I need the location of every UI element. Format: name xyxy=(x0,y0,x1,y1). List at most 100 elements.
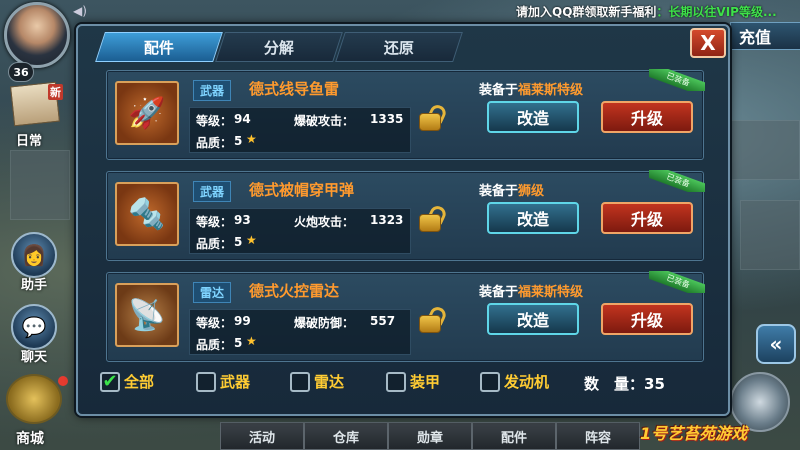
checkbox-icon[interactable] xyxy=(290,371,310,392)
assistant-label: 助手 xyxy=(20,278,47,293)
checkbox-icon[interactable] xyxy=(386,371,406,392)
item-type-badge: 武器 xyxy=(193,181,232,202)
upgrade-button[interactable]: 升级 xyxy=(601,202,693,234)
equipped-ribbon-label: 已装备 xyxy=(649,271,705,293)
background-building xyxy=(10,150,70,220)
chat-bubble-icon: 💬 xyxy=(11,304,57,350)
level-label: 等级： xyxy=(196,215,233,229)
close-button[interactable]: X xyxy=(690,28,726,58)
announcement-marquee: 请加入QQ群领取新手福利：长期以往VIP等级... xyxy=(516,3,777,20)
checkbox-icon[interactable] xyxy=(196,371,216,392)
item-card: 📡 雷达 德式火控雷达 等级： 99 爆破防御： 557 品质： 5 ★ 装备于… xyxy=(106,271,705,362)
filter-radar[interactable]: 雷达 xyxy=(290,371,344,392)
equipped-ribbon-label: 已装备 xyxy=(649,69,705,91)
shop-label[interactable]: 商城 xyxy=(16,428,44,448)
item-stats: 等级： 93 火炮攻击： 1323 品质： 5 ★ xyxy=(189,208,411,254)
background-building xyxy=(740,200,800,270)
item-type-badge: 雷达 xyxy=(193,282,232,303)
stat-label: 爆破防御： xyxy=(294,316,355,330)
equipped-on: 装备于福莱斯特级 xyxy=(479,281,583,300)
equipped-ribbon: 已装备 xyxy=(649,170,705,192)
filter-armor-label: 装甲 xyxy=(410,373,441,391)
equipped-prefix: 装备于 xyxy=(479,83,519,98)
count-value: 35 xyxy=(644,375,665,393)
player-level-badge: 36 xyxy=(8,62,34,82)
quality-label: 品质： xyxy=(196,237,233,251)
item-count: 数 量：35 xyxy=(584,373,665,394)
equipped-on: 装备于狮级 xyxy=(479,180,544,199)
new-badge: 新 xyxy=(48,84,63,100)
equipped-ribbon: 已装备 xyxy=(649,271,705,293)
filter-engine-label: 发动机 xyxy=(504,373,550,391)
assistant-button[interactable]: 👩 助手 xyxy=(4,232,64,293)
player-avatar[interactable] xyxy=(4,2,70,68)
equipped-ribbon-label: 已装备 xyxy=(649,170,705,192)
upgrade-button[interactable]: 升级 xyxy=(601,101,693,133)
equipped-prefix: 装备于 xyxy=(479,285,519,300)
radar-icon[interactable]: 📡 xyxy=(115,283,179,347)
unlocked-lock-icon[interactable] xyxy=(419,101,449,131)
tab-decompose[interactable]: 分解 xyxy=(215,32,343,62)
filter-armor[interactable]: 装甲 xyxy=(386,371,440,392)
equipped-ship: 狮级 xyxy=(518,184,545,199)
item-card: 🚀 武器 德式线导鱼雷 等级： 94 爆破攻击： 1335 品质： 5 ★ 装备… xyxy=(106,69,705,160)
nav-activity[interactable]: 活动 xyxy=(220,422,304,450)
quality-label: 品质： xyxy=(196,338,233,352)
stat-label: 火炮攻击： xyxy=(294,215,355,229)
equipped-on: 装备于福莱斯特级 xyxy=(479,79,583,98)
quality-value: 5 xyxy=(234,235,243,249)
tab-restore[interactable]: 还原 xyxy=(335,32,463,62)
filter-all-label: 全部 xyxy=(124,373,155,391)
equipped-ship: 福莱斯特级 xyxy=(518,83,584,98)
nav-warehouse[interactable]: 仓库 xyxy=(304,422,388,450)
tab-parts[interactable]: 配件 xyxy=(95,32,223,62)
level-label: 等级： xyxy=(196,114,233,128)
modify-button[interactable]: 改造 xyxy=(487,303,579,335)
dialog-tabs: 配件 分解 还原 xyxy=(95,32,463,62)
assistant-avatar-icon: 👩 xyxy=(11,232,57,278)
equipped-ribbon: 已装备 xyxy=(649,69,705,91)
daily-label[interactable]: 日常 xyxy=(16,130,42,149)
item-name: 德式火控雷达 xyxy=(249,282,340,300)
nav-lineup[interactable]: 阵容 xyxy=(556,422,640,450)
item-name: 德式被帽穿甲弹 xyxy=(249,181,355,199)
nav-parts[interactable]: 配件 xyxy=(472,422,556,450)
stat-label: 爆破攻击： xyxy=(294,114,355,128)
level-value: 94 xyxy=(234,112,251,126)
filter-engine[interactable]: 发动机 xyxy=(480,371,549,392)
watermark: 1号艺苔苑游戏 xyxy=(640,424,748,443)
modify-button[interactable]: 改造 xyxy=(487,101,579,133)
item-name: 德式线导鱼雷 xyxy=(249,80,340,98)
upgrade-button[interactable]: 升级 xyxy=(601,303,693,335)
tab-decompose-label: 分解 xyxy=(263,38,294,57)
equipped-ship: 福莱斯特级 xyxy=(518,285,584,300)
chat-button[interactable]: 💬 聊天 xyxy=(4,304,64,365)
shop-notification-dot xyxy=(58,376,68,386)
filter-weapon[interactable]: 武器 xyxy=(196,371,250,392)
level-label: 等级： xyxy=(196,316,233,330)
bottom-nav: 活动 仓库 勋章 配件 阵容 xyxy=(220,422,640,450)
stat-value: 557 xyxy=(370,314,396,328)
level-value: 93 xyxy=(234,213,251,227)
modify-button[interactable]: 改造 xyxy=(487,202,579,234)
filter-radar-label: 雷达 xyxy=(314,373,345,391)
star-icon: ★ xyxy=(246,233,257,247)
collapse-arrow-button[interactable]: « xyxy=(756,324,796,364)
count-label: 数 量： xyxy=(584,375,645,393)
checkbox-checked-icon[interactable]: ✔ xyxy=(100,371,120,392)
marquee-text: 请加入QQ群领取新手福利 xyxy=(516,5,657,19)
recharge-button[interactable]: 充值 xyxy=(730,22,800,50)
torpedo-icon[interactable]: 🚀 xyxy=(115,81,179,145)
unlocked-lock-icon[interactable] xyxy=(419,202,449,232)
marquee-highlight: ：长期以往VIP等级... xyxy=(656,5,777,19)
nav-medals[interactable]: 勋章 xyxy=(388,422,472,450)
level-value: 99 xyxy=(234,314,251,328)
shell-icon[interactable]: 🔩 xyxy=(115,182,179,246)
filter-all[interactable]: ✔ 全部 xyxy=(100,371,154,392)
item-stats: 等级： 99 爆破防御： 557 品质： 5 ★ xyxy=(189,309,411,355)
quality-value: 5 xyxy=(234,336,243,350)
unlocked-lock-icon[interactable] xyxy=(419,303,449,333)
item-card: 🔩 武器 德式被帽穿甲弹 等级： 93 火炮攻击： 1323 品质： 5 ★ 装… xyxy=(106,170,705,261)
checkbox-icon[interactable] xyxy=(480,371,500,392)
shop-treasure-icon[interactable] xyxy=(6,374,62,424)
